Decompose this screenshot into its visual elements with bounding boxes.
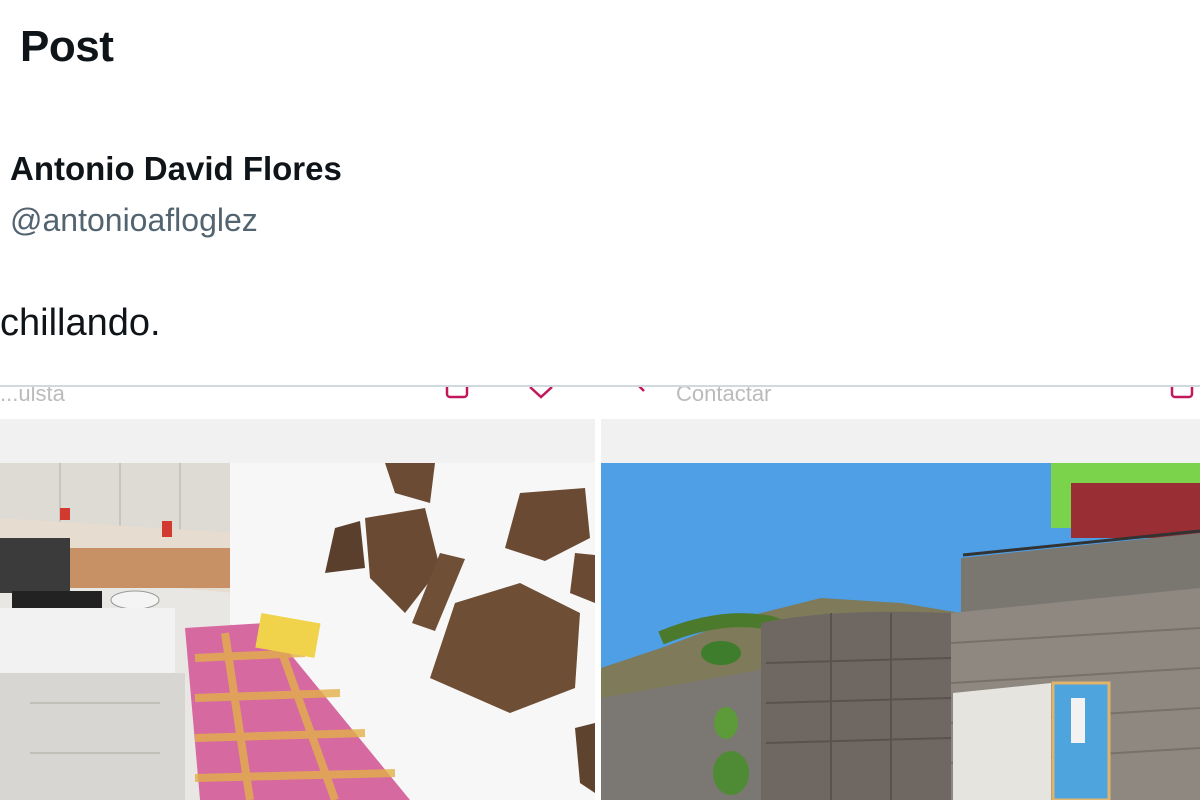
embed-toolbar: ...ulsta Contactar (0, 387, 1200, 419)
listing-photo-interior[interactable] (0, 419, 595, 800)
author-name[interactable]: Antonio David Flores (10, 150, 342, 188)
author-handle[interactable]: @antonioafloglez (10, 202, 258, 239)
embedded-listing[interactable]: ...ulsta Contactar (0, 387, 1200, 800)
post-author[interactable]: Antonio David Flores @antonioafloglez (10, 150, 342, 238)
page-title: Post (20, 22, 114, 71)
share-icon[interactable] (445, 387, 471, 407)
header-bar: Post (0, 0, 1200, 100)
exterior-stone-house-photo (601, 463, 1200, 800)
post-text: chillando. (0, 302, 161, 344)
heart-icon[interactable] (528, 387, 554, 407)
chat-icon[interactable] (636, 387, 656, 407)
listing-photo-exterior[interactable] (601, 419, 1200, 800)
interior-cave-room-photo (0, 463, 595, 800)
embed-toolbar-text-left: ...ulsta (0, 387, 65, 406)
more-icon[interactable] (1170, 387, 1196, 407)
embed-toolbar-text-right: Contactar (676, 387, 772, 406)
